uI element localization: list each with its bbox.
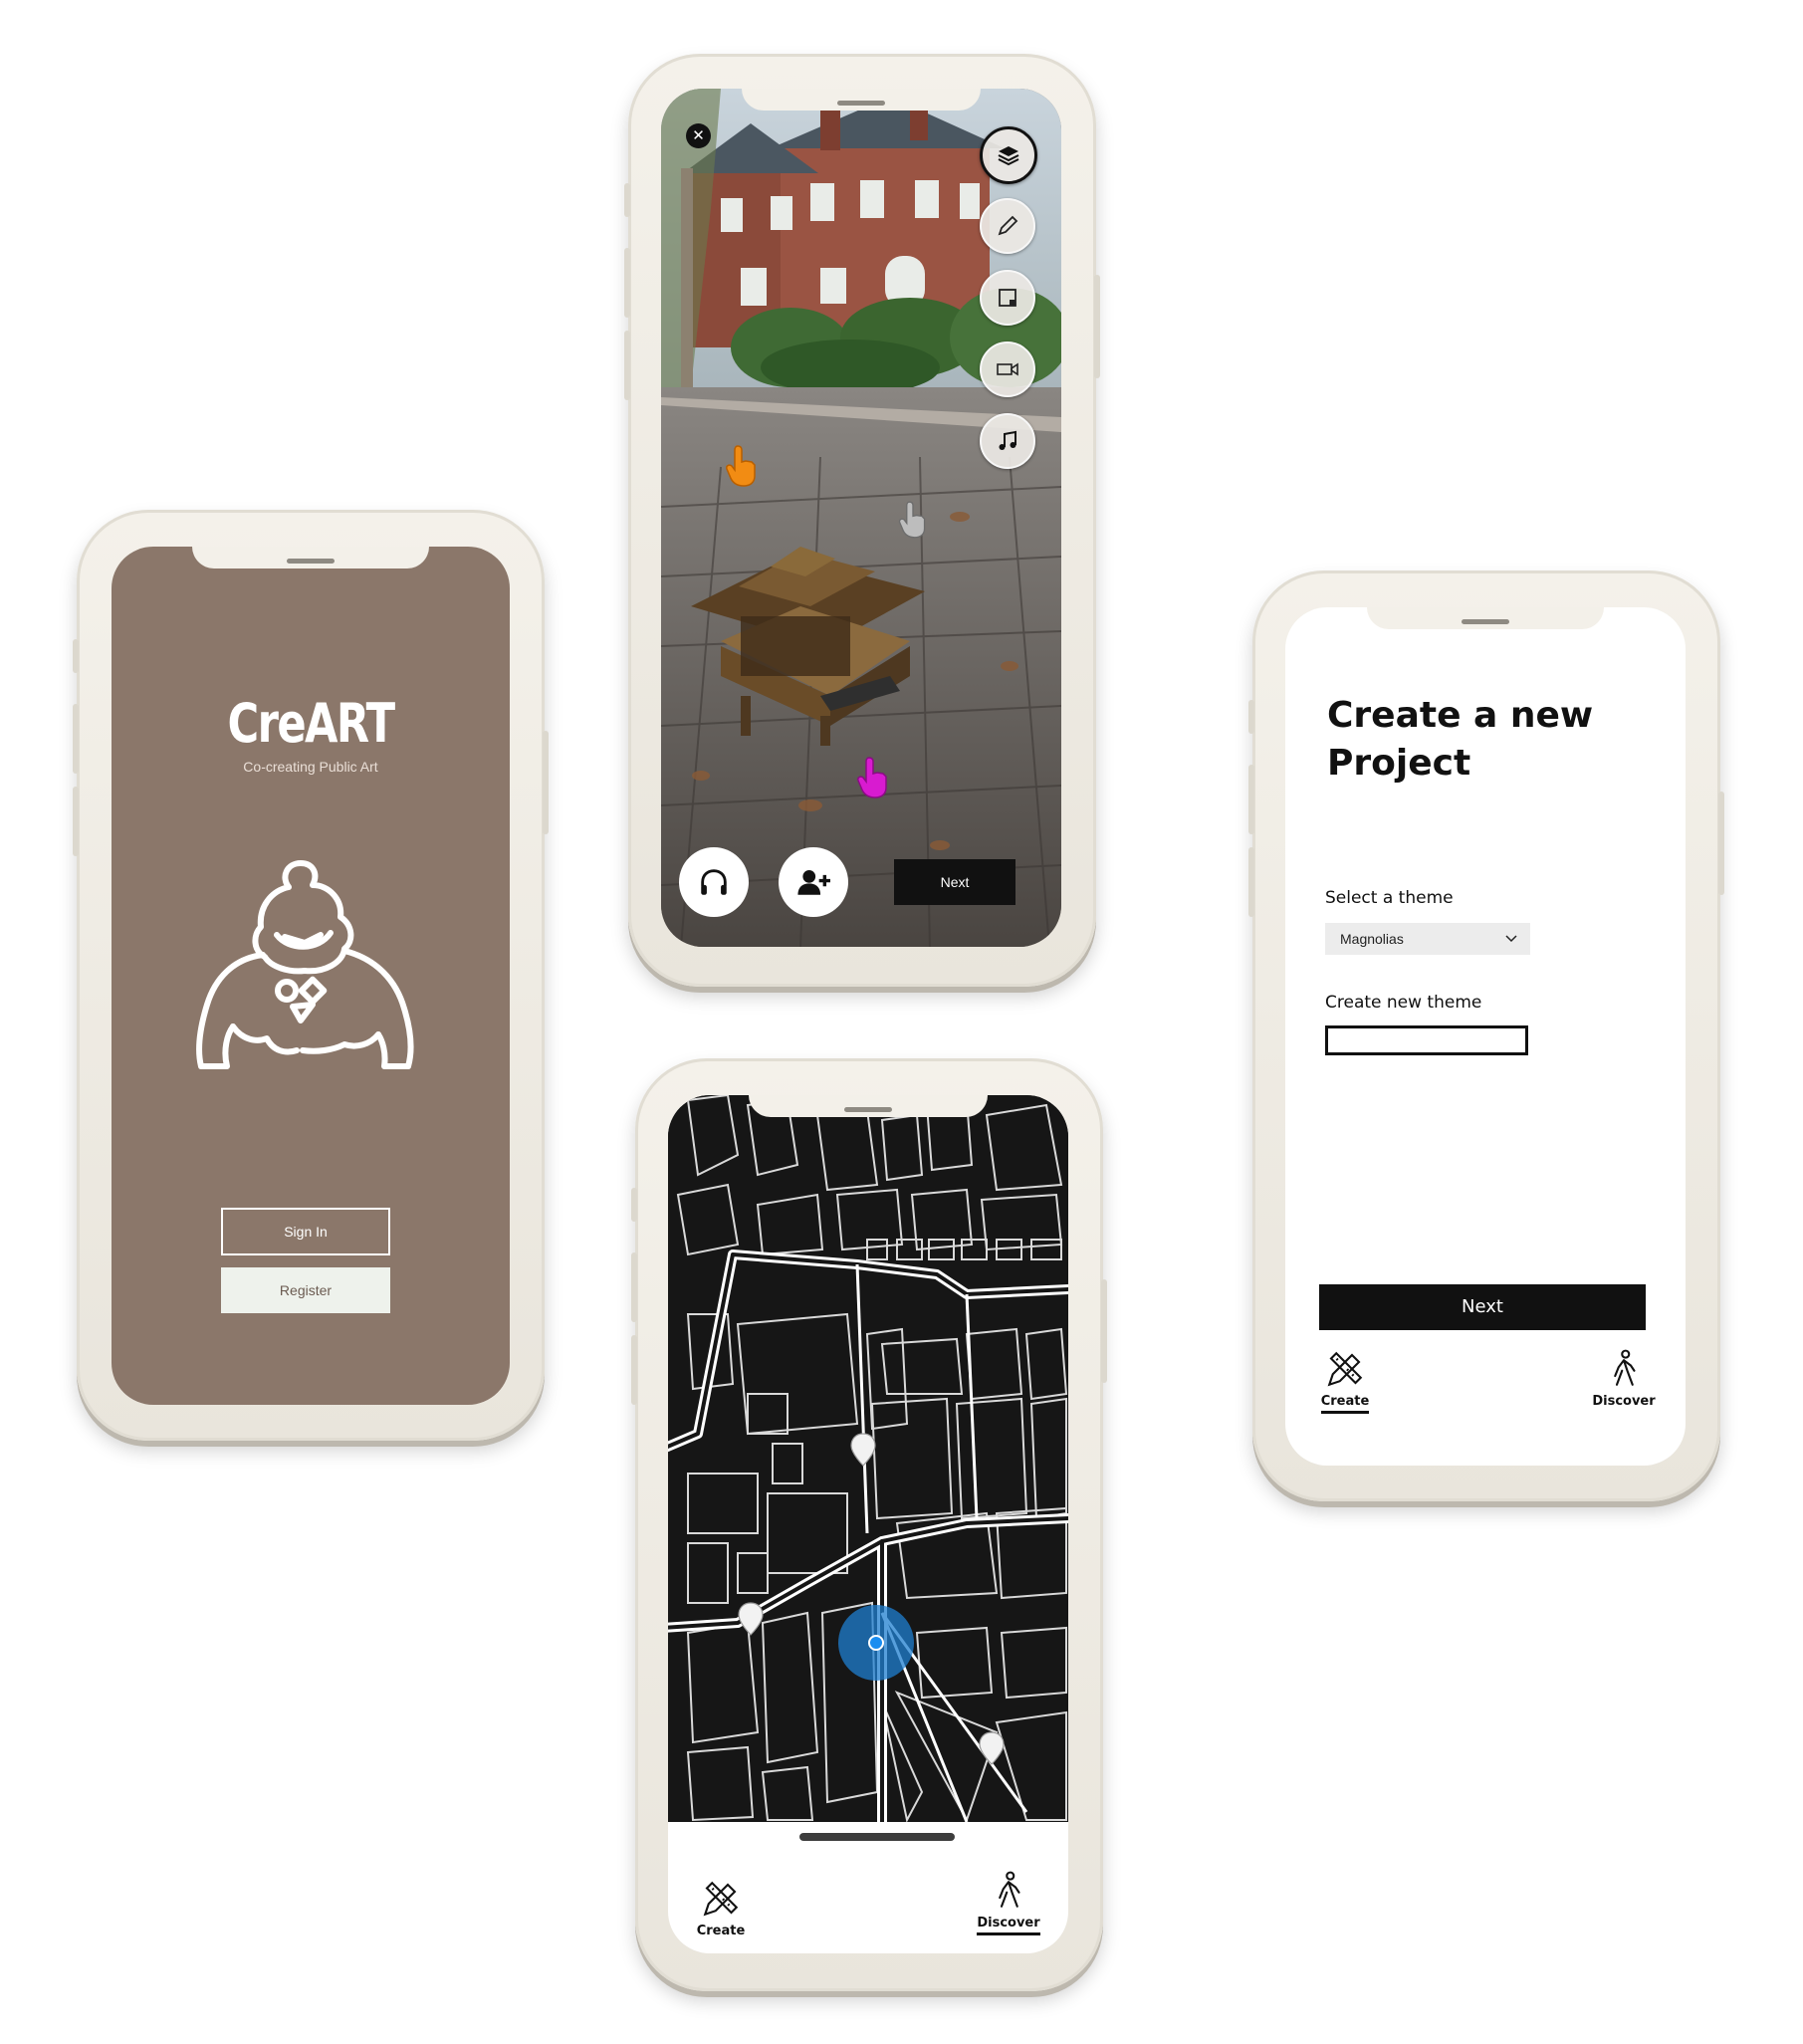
tab-create-label: Create: [696, 1924, 746, 1938]
tab-discover[interactable]: Discover: [973, 1870, 1044, 1935]
phone-side-button: [73, 704, 79, 774]
headphones-icon: [701, 869, 727, 895]
pencil-icon: [998, 215, 1018, 236]
audio-button[interactable]: [679, 847, 749, 917]
crop-tool-button[interactable]: [980, 270, 1035, 326]
draw-tool-button[interactable]: [980, 198, 1035, 254]
walking-person-icon: [1614, 1349, 1636, 1386]
layers-tool-button[interactable]: [980, 126, 1037, 184]
grey-hand-icon: [898, 501, 926, 539]
select-theme-label: Select a theme: [1325, 888, 1454, 908]
ar-screen: ✕ Next: [661, 89, 1061, 947]
phone-side-button: [1101, 1279, 1107, 1383]
next-button[interactable]: Next: [1319, 1284, 1646, 1330]
tab-create-label: Create: [1320, 1394, 1370, 1414]
phone-side-button: [1094, 275, 1100, 378]
add-user-icon: [797, 869, 830, 895]
tab-create[interactable]: Create: [686, 1878, 756, 1938]
phone-side-button: [624, 331, 630, 400]
crop-icon: [999, 289, 1016, 307]
new-theme-label: Create new theme: [1325, 993, 1482, 1013]
login-screen: CreART Co-creating Public Art Sign In Re…: [112, 547, 510, 1405]
home-indicator: [799, 1833, 955, 1841]
theme-select-value: Magnolias: [1340, 931, 1404, 947]
sign-in-button[interactable]: Sign In: [221, 1208, 390, 1255]
phone-notch: [742, 89, 981, 111]
mascot-illustration: [196, 860, 414, 1069]
current-location-dot: [868, 1635, 884, 1651]
phone-side-button: [624, 248, 630, 318]
video-tool-button[interactable]: [980, 341, 1035, 397]
next-button[interactable]: Next: [894, 859, 1015, 905]
tab-discover-label: Discover: [1592, 1394, 1656, 1409]
phone-side-button: [1248, 700, 1254, 734]
phone-side-button: [631, 1188, 637, 1222]
register-button[interactable]: Register: [221, 1267, 390, 1313]
city-map[interactable]: [668, 1095, 1068, 1822]
new-theme-input[interactable]: [1325, 1025, 1528, 1055]
pencil-ruler-icon: [1327, 1351, 1363, 1387]
pencil-ruler-icon: [703, 1881, 739, 1917]
phone-side-button: [1248, 765, 1254, 834]
phone-side-button: [631, 1335, 637, 1405]
add-collaborator-button[interactable]: [779, 847, 848, 917]
app-logo-text: CreART: [227, 692, 396, 755]
phone-login: CreART Co-creating Public Art Sign In Re…: [73, 510, 549, 1441]
phone-map: Create Discover: [631, 1058, 1107, 1991]
tab-discover[interactable]: Discover: [1584, 1348, 1664, 1409]
close-icon: ✕: [692, 126, 705, 144]
close-button[interactable]: ✕: [686, 123, 711, 148]
page-title: Create a new Project: [1327, 695, 1594, 784]
tab-create[interactable]: Create: [1315, 1348, 1375, 1414]
tab-discover-label: Discover: [977, 1916, 1040, 1935]
phone-side-button: [73, 787, 79, 856]
magenta-hand-icon: [857, 757, 887, 798]
phone-side-button: [1248, 847, 1254, 917]
map-screen: Create Discover: [668, 1095, 1068, 1953]
phone-side-button: [1718, 792, 1724, 895]
orange-hand-icon: [726, 445, 756, 487]
phone-notch: [192, 547, 429, 568]
phone-side-button: [543, 731, 549, 834]
layers-icon: [998, 146, 1019, 166]
phone-side-button: [631, 1252, 637, 1322]
create-project-screen: Create a new Project Select a theme Magn…: [1285, 607, 1686, 1466]
phone-side-button: [73, 639, 79, 673]
video-camera-icon: [997, 362, 1018, 376]
phone-ar-view: ✕ Next: [624, 54, 1100, 987]
app-tagline: Co-creating Public Art: [243, 759, 378, 775]
phone-create-project: Create a new Project Select a theme Magn…: [1248, 570, 1724, 1501]
phone-side-button: [624, 183, 630, 217]
phone-notch: [1367, 607, 1604, 629]
chevron-down-icon: [1505, 935, 1517, 943]
walking-person-icon: [999, 1871, 1020, 1908]
music-tool-button[interactable]: [980, 413, 1035, 469]
phone-notch: [749, 1095, 988, 1117]
music-note-icon: [999, 430, 1016, 450]
theme-select[interactable]: Magnolias: [1325, 923, 1530, 955]
